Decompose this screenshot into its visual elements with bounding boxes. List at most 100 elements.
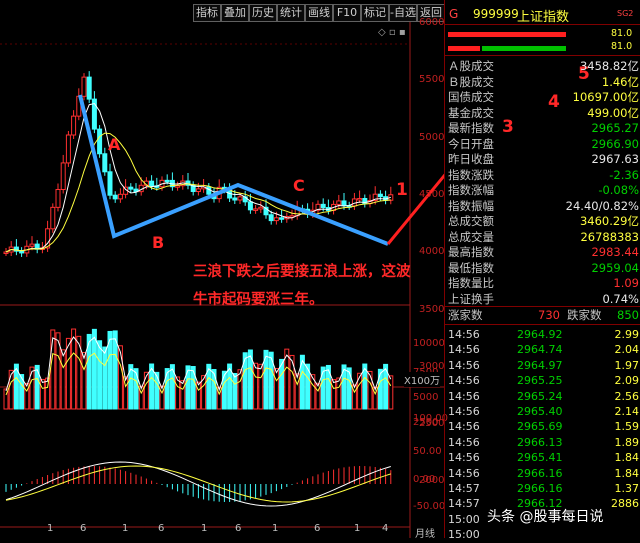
stat-label: 国债成交 bbox=[448, 90, 494, 104]
stat-value: 1.46亿 bbox=[601, 74, 639, 89]
tick-row[interactable]: 15:00 bbox=[445, 527, 640, 543]
volume-bar bbox=[273, 368, 279, 410]
stat-value: 10697.00亿 bbox=[572, 90, 639, 104]
up-count-label: 涨家数 bbox=[448, 308, 483, 322]
macd-axis-tick: 0.00 bbox=[413, 474, 436, 485]
tick-time: 14:56 bbox=[448, 435, 480, 449]
tick-row[interactable]: 14:56 2964.92 2.99 bbox=[445, 327, 640, 343]
tick-time: 14:56 bbox=[448, 358, 480, 372]
volume-bar bbox=[211, 369, 217, 410]
volume-bar bbox=[346, 367, 352, 410]
price-axis-tick: 4000 bbox=[419, 246, 445, 258]
price-axis-tick: 6000 bbox=[419, 17, 445, 28]
divider bbox=[445, 24, 640, 25]
candle bbox=[237, 196, 243, 201]
tick-price: 2965.69 bbox=[517, 420, 563, 434]
watchlist-button[interactable]: -自选 bbox=[389, 4, 417, 22]
ratio-bar-green bbox=[482, 46, 566, 51]
volume-bar bbox=[97, 340, 103, 410]
stat-row: 指数振幅 24.40/0.82% bbox=[445, 199, 640, 214]
price-axis-tick: 4500 bbox=[419, 188, 445, 200]
tick-volume: 2.56 bbox=[614, 389, 640, 403]
tick-volume: 1.37 bbox=[614, 482, 640, 495]
wave-label-b: B bbox=[152, 233, 165, 252]
macd-axis-tick: 50.00 bbox=[413, 446, 442, 457]
stat-label: 指数涨跌 bbox=[448, 167, 494, 182]
volume-bar bbox=[143, 371, 149, 410]
tick-volume: 1.97 bbox=[614, 358, 640, 372]
wave-label-a: A bbox=[108, 135, 121, 154]
volume-axis-tick: 5000 bbox=[413, 392, 439, 403]
volume-bar bbox=[388, 375, 394, 410]
history-button[interactable]: 历史 bbox=[249, 4, 277, 22]
volume-bar bbox=[190, 366, 196, 410]
tick-price: 2965.41 bbox=[517, 451, 563, 465]
tick-row[interactable]: 14:56 2965.40 2.14 bbox=[445, 404, 640, 420]
stat-row: 总成交额 3460.29亿 bbox=[445, 214, 640, 229]
candle bbox=[320, 203, 326, 209]
volume-bar bbox=[133, 368, 139, 410]
down-count-label: 跌家数 bbox=[567, 308, 602, 322]
stat-row: 指数涨跌 -2.36 bbox=[445, 168, 640, 183]
volume-bar bbox=[175, 376, 181, 410]
x-tick: 1 bbox=[354, 523, 361, 534]
ratio-value-1: 81.0 bbox=[611, 28, 633, 39]
volume-unit: X100万 bbox=[404, 372, 440, 387]
candle bbox=[3, 251, 9, 254]
tick-row[interactable]: 14:56 2966.13 1.89 bbox=[445, 435, 640, 451]
stat-label: 今日开盘 bbox=[448, 136, 494, 151]
volume-bar bbox=[180, 380, 186, 410]
tick-time: 14:56 bbox=[448, 466, 480, 480]
stat-value: 2983.44 bbox=[591, 245, 639, 259]
ratio-bar-red bbox=[448, 32, 566, 37]
stat-label: 最低指数 bbox=[448, 260, 494, 275]
volume-bar bbox=[331, 379, 337, 410]
volume-bar bbox=[221, 370, 227, 410]
candle bbox=[107, 171, 113, 196]
tick-row[interactable]: 14:57 2966.16 1.37 bbox=[445, 481, 640, 497]
annotation-text-line1: 三浪下跌之后要接五浪上涨，这波 bbox=[193, 264, 411, 280]
volume-bar bbox=[253, 362, 259, 410]
volume-bar bbox=[71, 328, 77, 410]
price-axis: 6000 5500 5000 4500 4000 3500 3000 2500 2000 bbox=[411, 17, 445, 486]
mark-button[interactable]: 标记 bbox=[361, 4, 389, 22]
tick-row[interactable]: 14:56 2965.24 2.56 bbox=[445, 389, 640, 405]
stat-row: 指数涨幅 -0.08% bbox=[445, 183, 640, 198]
stats-button[interactable]: 统计 bbox=[277, 4, 305, 22]
candle bbox=[86, 76, 92, 100]
x-tick: 1 bbox=[47, 523, 54, 534]
tick-price: 2965.24 bbox=[517, 389, 563, 403]
tick-row[interactable]: 14:56 2965.69 1.59 bbox=[445, 419, 640, 435]
header-tag: G bbox=[449, 7, 459, 21]
volume-bar bbox=[60, 349, 66, 410]
stat-value: 1.09 bbox=[613, 276, 639, 290]
tick-row[interactable]: 14:56 2965.41 1.84 bbox=[445, 450, 640, 466]
stat-row: 上证换手 0.74% bbox=[445, 292, 640, 307]
stat-row: 最低指数 2959.04 bbox=[445, 261, 640, 276]
volume-bar bbox=[258, 363, 264, 410]
f10-button[interactable]: F10 bbox=[333, 4, 361, 22]
overlay-button[interactable]: 叠加 bbox=[221, 4, 249, 22]
stat-value: -0.08% bbox=[598, 183, 639, 197]
tick-row[interactable]: 14:56 2965.25 2.09 bbox=[445, 373, 640, 389]
stat-value: 2959.04 bbox=[591, 260, 639, 275]
stat-label: 最高指数 bbox=[448, 245, 494, 259]
stat-label: Ａ股成交 bbox=[448, 59, 494, 73]
divider bbox=[445, 306, 640, 307]
tick-row[interactable]: 14:56 2966.16 1.84 bbox=[445, 466, 640, 482]
candle bbox=[19, 250, 25, 254]
draw-line-button[interactable]: 画线 bbox=[305, 4, 333, 22]
indicator-button[interactable]: 指标 bbox=[193, 4, 221, 22]
candle bbox=[60, 162, 66, 191]
stat-row: 总成交量 26788383 bbox=[445, 230, 640, 245]
tick-volume: 1.84 bbox=[614, 466, 640, 480]
x-tick: 4 bbox=[382, 523, 389, 534]
volume-bar bbox=[164, 368, 170, 410]
stat-row: Ｂ股成交 1.46亿 bbox=[445, 75, 640, 90]
x-tick: 6 bbox=[235, 523, 242, 534]
tick-row[interactable]: 14:56 2964.74 2.04 bbox=[445, 342, 640, 358]
stat-row: 最高指数 2983.44 bbox=[445, 245, 640, 260]
candle bbox=[268, 214, 274, 222]
tick-row[interactable]: 14:56 2964.97 1.97 bbox=[445, 358, 640, 374]
stat-value: -2.36 bbox=[609, 167, 639, 182]
